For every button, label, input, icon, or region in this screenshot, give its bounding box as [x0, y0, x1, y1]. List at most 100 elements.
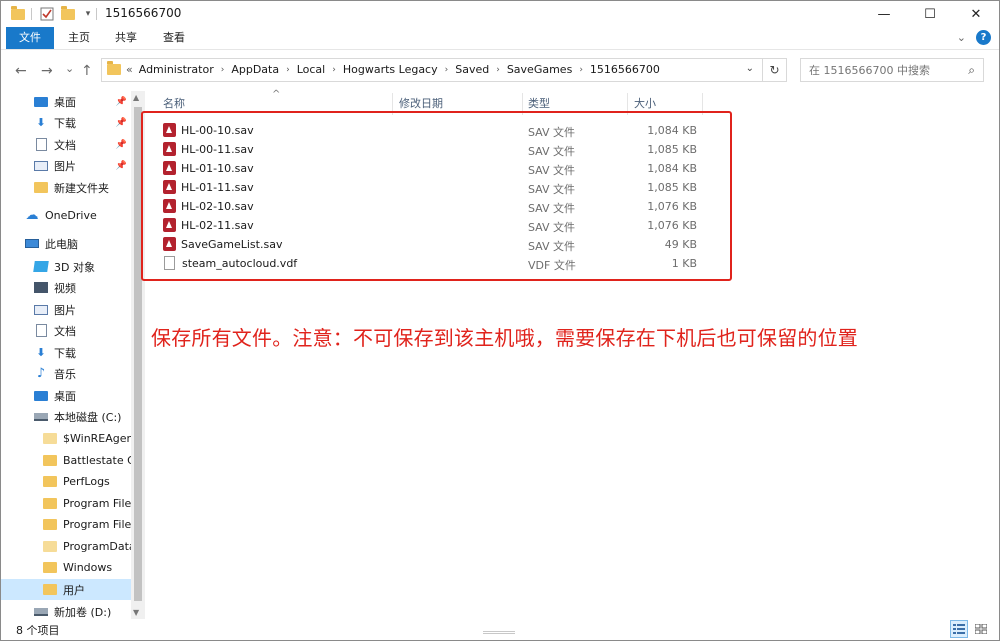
properties-icon[interactable] — [38, 5, 56, 23]
sidebar-item-label: OneDrive — [45, 209, 97, 222]
breadcrumb-item[interactable]: SaveGames — [507, 63, 572, 76]
document-icon — [34, 324, 48, 337]
sidebar-item-label: 音乐 — [54, 367, 76, 381]
sidebar-item-label: 此电脑 — [45, 237, 78, 251]
up-button[interactable]: ↑ — [81, 63, 93, 79]
breadcrumb-overflow[interactable]: « — [126, 63, 133, 76]
sidebar-item-3d-objects[interactable]: 3D 对象 — [1, 256, 131, 277]
minimize-button[interactable]: — — [861, 1, 907, 27]
sidebar-item-pictures[interactable]: 图片 📌 — [1, 155, 131, 176]
sidebar-item-desktop-pc[interactable]: 桌面 — [1, 385, 131, 406]
sidebar-item-label: 文档 — [54, 138, 76, 152]
sidebar-item-label: 桌面 — [54, 389, 76, 403]
sidebar-item-pictures-pc[interactable]: 图片 — [1, 299, 131, 320]
toolbar-divider — [31, 8, 32, 20]
sidebar-item-programdata[interactable]: ProgramData — [1, 536, 131, 557]
address-bar[interactable]: « Administrator › AppData › Local › Hogw… — [101, 58, 763, 82]
forward-button[interactable]: → — [41, 63, 53, 79]
sidebar-item-documents-pc[interactable]: 文档 — [1, 320, 131, 341]
search-input[interactable] — [801, 59, 961, 81]
sidebar-item-windows[interactable]: Windows — [1, 557, 131, 578]
new-folder-icon[interactable] — [59, 5, 77, 23]
breadcrumb-item[interactable]: AppData — [231, 63, 279, 76]
sidebar-item-music[interactable]: ♪ 音乐 — [1, 363, 131, 384]
sidebar-item-program-files[interactable]: Program Files — [1, 493, 131, 514]
details-view-icon[interactable] — [950, 620, 968, 638]
sidebar-item-this-pc[interactable]: 此电脑 — [1, 233, 131, 254]
pin-icon: 📌 — [115, 160, 127, 171]
scroll-up-arrow-icon[interactable]: ▲ — [133, 93, 139, 102]
tab-file[interactable]: 文件 — [6, 27, 54, 49]
folder-icon — [43, 519, 57, 530]
sidebar-item-winreagent[interactable]: $WinREAgent — [1, 428, 131, 449]
chevron-down-icon[interactable]: ⌄ — [746, 63, 754, 74]
picture-icon — [34, 160, 48, 171]
chevron-right-icon[interactable]: › — [579, 65, 583, 75]
chevron-right-icon[interactable]: › — [445, 65, 449, 75]
sidebar-item-label: ProgramData — [63, 540, 131, 553]
folder-icon — [43, 455, 57, 466]
search-box: ⌕ — [800, 58, 984, 82]
sidebar-item-documents[interactable]: 文档 📌 — [1, 134, 131, 155]
sidebar-item-label: 图片 — [54, 303, 76, 317]
sidebar-item-label: 文档 — [54, 324, 76, 338]
sidebar-item-label: 视频 — [54, 281, 76, 295]
sidebar-item-new-volume-d[interactable]: 新加卷 (D:) — [1, 601, 131, 619]
desktop-icon — [34, 390, 48, 401]
sidebar-item-videos[interactable]: 视频 — [1, 277, 131, 298]
tab-share[interactable]: 共享 — [108, 27, 144, 49]
chevron-right-icon[interactable]: › — [286, 65, 290, 75]
help-icon[interactable]: ? — [976, 30, 991, 45]
status-bar: 8 个项目 — [1, 619, 999, 640]
sidebar-item-downloads[interactable]: ⬇ 下载 📌 — [1, 112, 131, 133]
breadcrumb-item[interactable]: Local — [297, 63, 326, 76]
recent-locations-button[interactable]: ⌄ — [65, 62, 74, 75]
customize-toolbar-icon[interactable]: ▾ — [79, 5, 97, 23]
breadcrumb-item[interactable]: Saved — [455, 63, 489, 76]
back-button[interactable]: ← — [15, 63, 27, 79]
sidebar-item-label: 桌面 — [54, 95, 76, 109]
download-icon: ⬇ — [36, 346, 46, 359]
sort-ascending-icon: ^ — [272, 89, 281, 100]
scroll-down-arrow-icon[interactable]: ▼ — [133, 608, 139, 617]
sidebar-item-label: PerfLogs — [63, 475, 110, 488]
cloud-icon: ☁ — [25, 208, 39, 223]
folder-icon — [9, 5, 27, 23]
sidebar-item-local-disk-c[interactable]: 本地磁盘 (C:) — [1, 406, 131, 427]
sidebar-item-label: $WinREAgent — [63, 432, 131, 445]
sidebar-item-onedrive[interactable]: ☁ OneDrive — [1, 205, 131, 226]
video-icon — [34, 282, 48, 293]
explorer-window: ▾ 1516566700 — ☐ ✕ 文件 主页 共享 查看 ⌄ ? ← → ⌄… — [0, 0, 1000, 641]
folder-icon — [43, 498, 57, 509]
tab-home[interactable]: 主页 — [61, 27, 97, 49]
sidebar-item-downloads-pc[interactable]: ⬇ 下载 — [1, 342, 131, 363]
chevron-right-icon[interactable]: › — [496, 65, 500, 75]
chevron-right-icon[interactable]: › — [221, 65, 225, 75]
sidebar-item-label: Program Files — [63, 518, 131, 531]
close-button[interactable]: ✕ — [953, 1, 999, 27]
folder-icon — [43, 562, 57, 573]
sidebar-item-perflogs[interactable]: PerfLogs — [1, 471, 131, 492]
sidebar-item-new-folder[interactable]: 新建文件夹 — [1, 177, 131, 198]
download-icon: ⬇ — [36, 116, 46, 129]
sidebar-item-users[interactable]: 用户 — [1, 579, 131, 600]
chevron-right-icon[interactable]: › — [332, 65, 336, 75]
folder-icon — [43, 541, 57, 552]
large-icons-view-icon[interactable] — [972, 620, 990, 638]
address-row: ← → ⌄ ↑ « Administrator › AppData › Loca… — [1, 49, 999, 91]
breadcrumb-item[interactable]: Hogwarts Legacy — [343, 63, 438, 76]
folder-icon — [43, 584, 57, 595]
sidebar-item-battlestate[interactable]: Battlestate Ga — [1, 450, 131, 471]
desktop-icon — [34, 96, 48, 107]
refresh-button[interactable]: ↻ — [763, 58, 787, 82]
sidebar-item-label: 本地磁盘 (C:) — [54, 410, 122, 424]
breadcrumb-item[interactable]: Administrator — [139, 63, 214, 76]
sidebar-item-desktop[interactable]: 桌面 📌 — [1, 91, 131, 112]
tab-view[interactable]: 查看 — [156, 27, 192, 49]
search-icon[interactable]: ⌕ — [968, 63, 975, 78]
breadcrumb-item-current[interactable]: 1516566700 — [590, 63, 660, 76]
annotation-text: 保存所有文件。注意：不可保存到该主机哦，需要保存在下机后也可保留的位置 — [151, 326, 858, 350]
maximize-button[interactable]: ☐ — [907, 1, 953, 27]
chevron-down-icon[interactable]: ⌄ — [957, 31, 966, 44]
sidebar-item-program-files-x86[interactable]: Program Files — [1, 514, 131, 535]
